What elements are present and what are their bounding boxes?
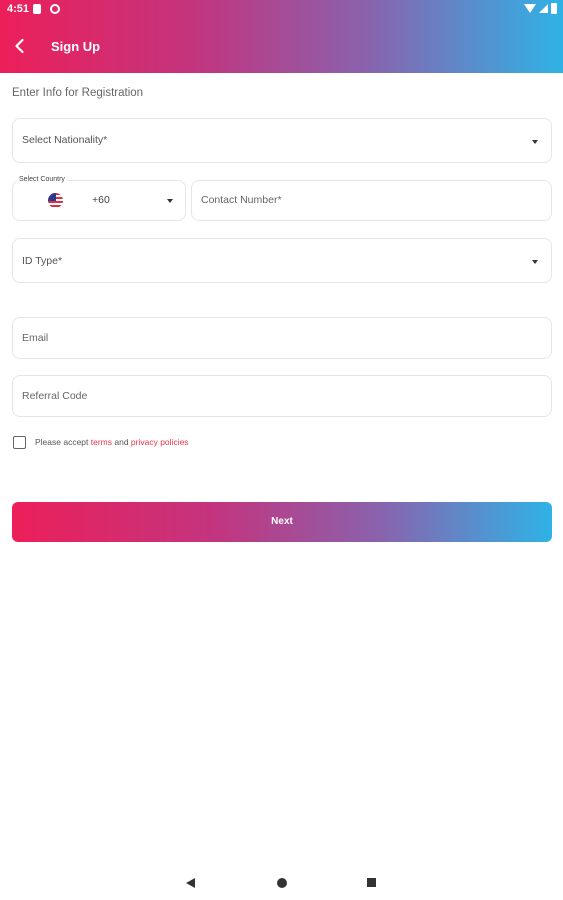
country-code-select[interactable]: +60 [12,180,186,221]
terms-checkbox[interactable] [13,436,26,449]
status-bar: 4:51 [0,0,563,20]
terms-prefix: Please accept [35,437,91,447]
referral-code-input[interactable]: Referral Code [12,375,552,417]
id-type-placeholder: ID Type* [22,255,63,267]
battery-icon [551,3,557,14]
dial-code: +60 [92,194,110,206]
status-time: 4:51 [7,3,30,15]
terms-text: Please accept terms and privacy policies [35,437,189,447]
terms-and: and [112,437,131,447]
us-flag-icon [48,193,63,208]
nav-recents-icon[interactable] [367,878,376,887]
nationality-select[interactable]: Select Nationality* [12,118,552,163]
notification-icon [50,4,60,14]
next-button[interactable]: Next [12,502,552,542]
arrow-left-icon [15,38,24,54]
terms-link[interactable]: terms [91,437,112,447]
sim-icon [33,4,41,14]
signal-icon [539,4,548,13]
country-label: Select Country [17,176,67,183]
caret-down-icon [532,140,538,144]
caret-down-icon [532,260,538,264]
wifi-icon [524,4,536,13]
contact-number-input[interactable]: Contact Number* [191,180,552,221]
page-title: Sign Up [51,39,101,54]
app-header: 4:51 Sign Up [0,0,563,73]
form-subtitle: Enter Info for Registration [12,87,144,99]
referral-placeholder: Referral Code [22,390,88,402]
caret-down-icon [167,199,173,203]
email-placeholder: Email [22,332,49,344]
back-button[interactable] [8,34,32,58]
nationality-placeholder: Select Nationality* [22,134,108,146]
nav-back-icon[interactable] [186,878,195,888]
contact-placeholder: Contact Number* [201,194,282,206]
id-type-select[interactable]: ID Type* [12,238,552,283]
status-icons [524,3,557,14]
email-input[interactable]: Email [12,317,552,359]
system-nav-bar [0,864,563,900]
privacy-policies-link[interactable]: privacy policies [131,437,189,447]
nav-home-icon[interactable] [277,878,287,888]
